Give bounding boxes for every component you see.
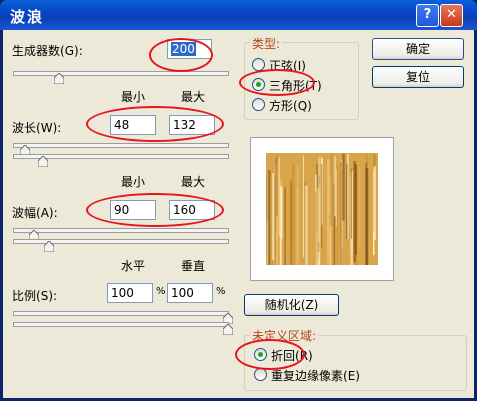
generators-value: 200 xyxy=(171,42,196,56)
wrap-around-radio[interactable] xyxy=(254,348,267,361)
scale-horizontal-slider-track[interactable] xyxy=(13,311,229,316)
help-icon: ? xyxy=(423,7,432,22)
wave-dialog: 波浪 ? ✕ 生成器数(G): 200 最小 最大 波长(W): 48 132 xyxy=(0,0,477,401)
wavelength-max-slider-thumb[interactable] xyxy=(38,156,48,167)
undefined-area-legend: 未定义区域: xyxy=(250,327,319,344)
type-sine-label[interactable]: 正弦(I) xyxy=(269,57,306,74)
window-title: 波浪 xyxy=(10,8,45,26)
help-button[interactable]: ? xyxy=(416,4,439,27)
generators-label: 生成器数(G): xyxy=(12,44,83,58)
wavelength-max-input[interactable]: 132 xyxy=(169,115,215,135)
amplitude-label: 波幅(A): xyxy=(12,206,58,220)
type-triangle-radio[interactable] xyxy=(252,78,265,91)
scale-vertical-input[interactable]: 100 xyxy=(167,283,213,303)
type-triangle-label[interactable]: 三角形(T) xyxy=(269,77,322,94)
close-button[interactable]: ✕ xyxy=(440,4,463,27)
generators-input[interactable]: 200 xyxy=(167,39,212,59)
preview-frame xyxy=(250,137,394,281)
wavelength-min-input[interactable]: 48 xyxy=(110,115,156,135)
amplitude-max-slider-thumb[interactable] xyxy=(44,241,54,252)
amplitude-min-input[interactable]: 90 xyxy=(110,200,156,220)
scale-label: 比例(S): xyxy=(12,289,58,303)
wave-preview-image xyxy=(266,153,378,265)
repeat-edge-pixels-radio[interactable] xyxy=(254,368,267,381)
type-square-radio[interactable] xyxy=(252,98,265,111)
repeat-edge-pixels-label[interactable]: 重复边缘像素(E) xyxy=(271,367,360,384)
scale-horizontal-header: 水平 xyxy=(121,259,146,273)
close-icon: ✕ xyxy=(446,7,457,22)
amplitude-max-header: 最大 xyxy=(181,175,206,189)
scale-vertical-header: 垂直 xyxy=(181,259,206,273)
amplitude-min-header: 最小 xyxy=(121,175,146,189)
wrap-around-label[interactable]: 折回(R) xyxy=(271,347,313,364)
scale-vertical-percent: % xyxy=(216,286,226,297)
ok-button[interactable]: 确定 xyxy=(372,38,464,60)
scale-vertical-slider-thumb[interactable] xyxy=(223,324,233,335)
reset-button[interactable]: 复位 xyxy=(372,66,464,88)
amplitude-max-input[interactable]: 160 xyxy=(169,200,215,220)
wavelength-label: 波长(W): xyxy=(12,121,62,135)
wavelength-min-header: 最小 xyxy=(121,90,146,104)
type-sine-radio[interactable] xyxy=(252,58,265,71)
title-bar[interactable]: 波浪 ? ✕ xyxy=(0,0,477,30)
type-group-legend: 类型: xyxy=(250,35,283,52)
generators-slider-thumb[interactable] xyxy=(54,73,64,84)
dialog-body: 生成器数(G): 200 最小 最大 波长(W): 48 132 最小 最大 波… xyxy=(3,30,474,398)
wavelength-min-slider-track[interactable] xyxy=(13,143,229,148)
type-square-label[interactable]: 方形(Q) xyxy=(269,97,312,114)
wavelength-max-header: 最大 xyxy=(181,90,206,104)
scale-horizontal-input[interactable]: 100 xyxy=(107,283,153,303)
randomize-button[interactable]: 随机化(Z) xyxy=(244,294,339,316)
scale-horizontal-percent: % xyxy=(156,286,166,297)
scale-vertical-slider-track[interactable] xyxy=(13,322,229,327)
generators-hotkey: (G) xyxy=(60,44,79,58)
generators-slider-track[interactable] xyxy=(13,71,229,76)
amplitude-min-slider-track[interactable] xyxy=(13,228,229,233)
